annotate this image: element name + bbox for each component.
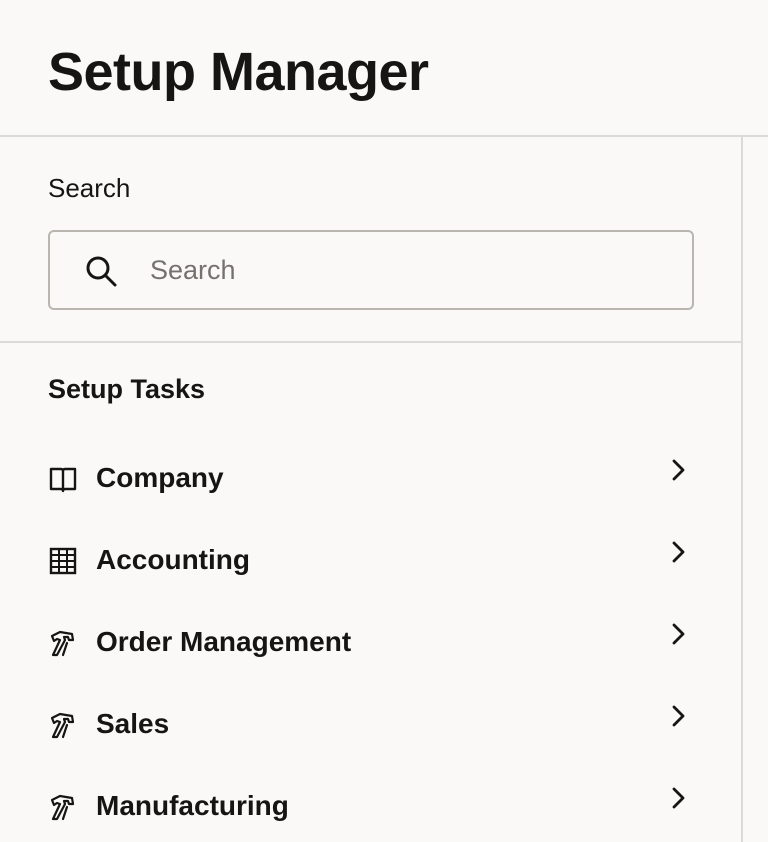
chevron-right-icon bbox=[672, 623, 685, 645]
task-item-sales[interactable]: Sales bbox=[48, 694, 698, 754]
setup-panel: Search Setup Tasks Company bbox=[0, 137, 743, 842]
hammer-icon bbox=[50, 794, 75, 821]
hammer-icon bbox=[50, 712, 75, 739]
task-item-manufacturing[interactable]: Manufacturing bbox=[48, 776, 698, 836]
task-label: Sales bbox=[96, 708, 170, 739]
search-label: Search bbox=[48, 173, 131, 203]
chevron-right-icon bbox=[672, 787, 685, 809]
hammer-icon bbox=[50, 630, 75, 657]
chevron-right-icon bbox=[672, 705, 685, 727]
page-header: Setup Manager bbox=[0, 0, 768, 137]
task-item-order-management[interactable]: Order Management bbox=[48, 612, 698, 672]
task-label: Order Management bbox=[96, 626, 352, 657]
search-box[interactable] bbox=[48, 230, 694, 310]
search-section: Search bbox=[0, 137, 741, 343]
search-input[interactable] bbox=[150, 246, 670, 294]
task-label: Company bbox=[96, 462, 224, 493]
task-item-company[interactable]: Company bbox=[48, 448, 698, 508]
chevron-right-icon bbox=[672, 459, 685, 481]
grid-icon bbox=[49, 547, 77, 575]
chevron-right-icon bbox=[672, 541, 685, 563]
task-item-accounting[interactable]: Accounting bbox=[48, 530, 698, 590]
task-label: Manufacturing bbox=[96, 790, 289, 821]
setup-tasks-heading: Setup Tasks bbox=[48, 374, 206, 404]
book-icon bbox=[49, 467, 77, 493]
page-title: Setup Manager bbox=[48, 42, 429, 102]
search-icon bbox=[86, 256, 117, 287]
task-label: Accounting bbox=[96, 544, 250, 575]
